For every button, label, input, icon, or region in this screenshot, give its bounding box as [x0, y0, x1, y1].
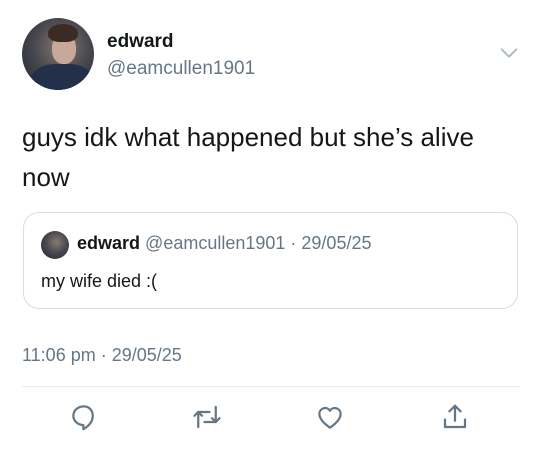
quoted-author-line: edward @eamcullen1901 · 29/05/25: [77, 233, 371, 254]
heart-icon[interactable]: [315, 402, 345, 432]
retweet-icon[interactable]: [192, 402, 222, 432]
quoted-tweet-card[interactable]: edward @eamcullen1901 · 29/05/25 my wife…: [23, 212, 518, 309]
author-avatar[interactable]: [22, 18, 94, 90]
chevron-down-icon[interactable]: [498, 42, 520, 64]
tweet-text: guys idk what happened but she’s alive n…: [22, 122, 474, 192]
divider: [22, 386, 520, 387]
tweet-timestamp[interactable]: 11:06 pm · 29/05/25: [22, 345, 182, 366]
author-display-name[interactable]: edward: [107, 31, 174, 53]
quoted-author-name: edward: [77, 233, 141, 253]
quoted-tweet-text: my wife died :(: [41, 271, 158, 291]
author-handle[interactable]: @eamcullen1901: [107, 58, 255, 80]
avatar-coat: [32, 64, 92, 90]
reply-icon[interactable]: [69, 402, 99, 432]
quoted-author-avatar: [41, 231, 69, 259]
share-icon[interactable]: [440, 402, 470, 432]
action-bar: [0, 398, 540, 438]
quoted-author-handle-date: @eamcullen1901 · 29/05/25: [145, 233, 372, 253]
avatar-hair: [48, 24, 78, 42]
